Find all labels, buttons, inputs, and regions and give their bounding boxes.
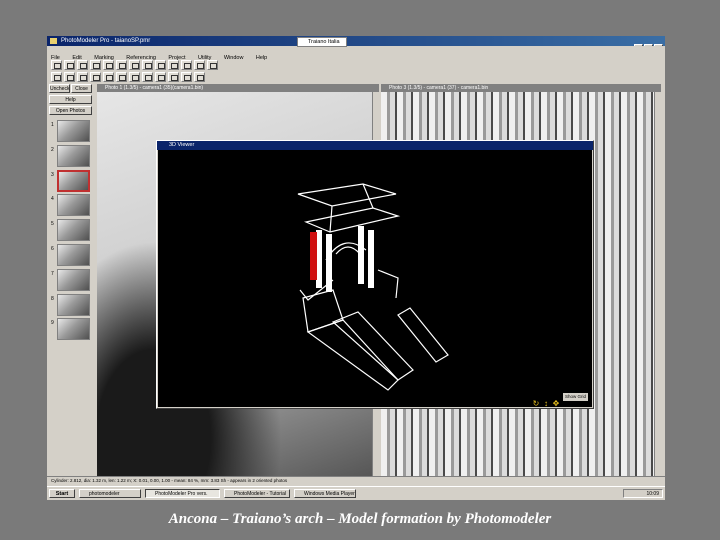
thumbnail-number: 8 — [51, 295, 54, 302]
show-grid-button[interactable]: Show Grid — [562, 393, 588, 401]
point-mode-icon[interactable] — [64, 72, 75, 82]
surface-mode-icon[interactable] — [129, 72, 140, 82]
pan-icon[interactable]: ✥ — [552, 400, 560, 408]
secondary-window-title: Traiano Italia — [308, 39, 340, 45]
taskbar-item[interactable]: PhotoModeler - Tutorial — [224, 489, 290, 498]
menu-bar: File Edit Marking Referencing Project Ut… — [47, 46, 665, 61]
thumbnail-image — [57, 318, 90, 341]
app-title-bar: PhotoModeler Pro - taianoSP.pmr _□× — [47, 36, 665, 52]
column-3 — [358, 226, 364, 284]
help-button[interactable]: Help — [49, 95, 92, 104]
photo-thumbnail[interactable]: 1 — [51, 120, 91, 143]
photo-list-panel: Uncheck Close Help Open Photos 1 2 3 4 5… — [49, 84, 93, 476]
photo-thumbnail[interactable]: 4 — [51, 194, 91, 217]
photo-thumbnail[interactable]: 9 — [51, 318, 91, 341]
toolbar-top — [51, 57, 351, 70]
measure-icon[interactable] — [194, 72, 205, 82]
app-icon — [50, 38, 57, 44]
app-title: PhotoModeler Pro - taianoSP.pmr — [61, 38, 151, 44]
photo-thumbnail-selected[interactable]: 3 — [51, 169, 91, 193]
start-button[interactable]: Start — [49, 489, 75, 498]
curve-mode-icon[interactable] — [103, 72, 114, 82]
edge-mode-icon[interactable] — [90, 72, 101, 82]
3d-viewer-canvas[interactable]: ↻ ↕ ✥Show Grid — [158, 150, 592, 408]
wire-side — [377, 269, 399, 299]
thumbnail-image — [57, 243, 90, 266]
wire-top-slab — [297, 183, 397, 207]
zoom-out-icon[interactable] — [168, 72, 179, 82]
highlighted-cylinder — [310, 232, 317, 280]
wireframe-model — [297, 183, 449, 391]
photo-window-left-title: Photo 1 (1.3/5) - camera1 (35)(camera1.b… — [97, 84, 379, 92]
zoom-icon[interactable]: ↕ — [542, 400, 550, 408]
wire-edge — [329, 205, 333, 233]
pointer-icon[interactable] — [51, 72, 62, 82]
thumbnail-image — [57, 144, 90, 167]
uncheck-button[interactable]: Uncheck — [49, 84, 70, 93]
photo-thumbnail[interactable]: 5 — [51, 219, 91, 242]
thumbnail-number: 9 — [51, 320, 54, 327]
3d-viewer-window[interactable]: 3D Viewer _□× — [156, 140, 594, 409]
thumbnail-number: 3 — [51, 171, 54, 178]
thumbnail-number: 2 — [51, 146, 54, 153]
thumbnail-number: 1 — [51, 122, 54, 128]
wire-ramp-right — [397, 307, 449, 363]
wire-edge — [362, 183, 374, 209]
3d-viewer-title: 3D Viewer — [157, 141, 593, 150]
thumbnail-image — [57, 268, 90, 291]
photo-thumbnail[interactable]: 8 — [51, 293, 91, 317]
taskbar-item[interactable]: photomodeler — [79, 489, 141, 498]
viewer-toolbar: ↻ ↕ ✥Show Grid — [530, 393, 588, 408]
status-bar: Cylinder: 2.812, dia: 1.32 m, len: 1.22 … — [47, 476, 665, 485]
wire-mid-slab — [303, 207, 401, 233]
line-mode-icon[interactable] — [77, 72, 88, 82]
reference-mode-icon[interactable] — [142, 72, 153, 82]
taskbar-item-active[interactable]: PhotoModeler Pro vers. — [145, 489, 220, 498]
scrollbar-right-photo[interactable] — [654, 92, 661, 476]
photo-window-right-title: Photo 3 (1.3/5) - camera1 (37) - camera1… — [381, 84, 661, 92]
photo-thumbnail[interactable]: 7 — [51, 268, 91, 292]
taskbar: Start photomodeler PhotoModeler Pro vers… — [47, 486, 665, 500]
thumbnail-number: 4 — [51, 196, 54, 203]
column-4 — [368, 230, 374, 288]
photo-thumbnail[interactable]: 6 — [51, 243, 91, 267]
wire-ramp-left — [306, 319, 399, 391]
toolbar-marking — [51, 69, 351, 82]
column-2 — [326, 234, 332, 292]
cylinder-mode-icon[interactable] — [116, 72, 127, 82]
zoom-in-icon[interactable] — [155, 72, 166, 82]
thumbnail-number: 5 — [51, 221, 54, 228]
thumbnail-image — [57, 169, 90, 192]
secondary-window-tab[interactable]: Traiano Italia — [297, 37, 347, 47]
clock: 10:09 — [623, 489, 663, 498]
open-photos-button[interactable]: Open Photos — [49, 106, 92, 115]
thumbnail-number: 7 — [51, 270, 54, 277]
close-panel-button[interactable]: Close — [71, 84, 92, 93]
slide-caption: Ancona – Traiano’s arch – Model formatio… — [168, 511, 552, 527]
thumbnail-number: 6 — [51, 245, 54, 252]
pan-mode-icon[interactable] — [181, 72, 192, 82]
rotate-icon[interactable]: ↻ — [532, 400, 540, 408]
wire-arch-inner — [335, 246, 361, 255]
photo-thumbnails: 1 2 3 4 5 6 7 8 9 — [51, 120, 91, 343]
thumbnail-image — [57, 120, 90, 142]
thumbnail-image — [57, 293, 90, 316]
thumbnail-image — [57, 194, 90, 217]
taskbar-item[interactable]: Windows Media Player — [294, 489, 356, 498]
thumbnail-image — [57, 219, 90, 242]
photo-thumbnail[interactable]: 2 — [51, 144, 91, 168]
